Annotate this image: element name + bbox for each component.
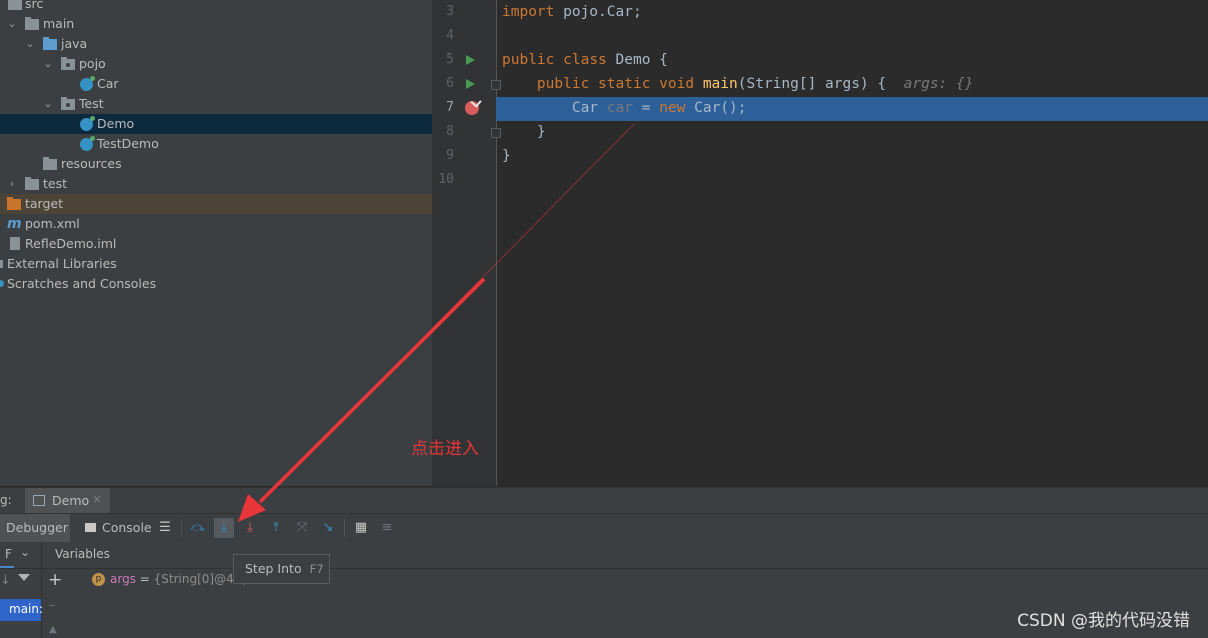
line-number: 4 (446, 28, 454, 43)
tree-item-src[interactable]: src (0, 0, 432, 14)
run-class-icon[interactable] (466, 55, 475, 65)
step-into-tooltip: Step Into F7 (233, 554, 330, 584)
maven-icon: m (7, 216, 22, 232)
line-number: 10 (438, 172, 454, 187)
line-number: 8 (446, 124, 454, 139)
line-number: 3 (446, 4, 454, 19)
arrow-down-icon[interactable]: ↓ (0, 573, 11, 588)
tab-console[interactable]: Console (78, 514, 154, 542)
run-to-cursor-icon[interactable]: ↘ (318, 518, 338, 538)
line-number: 9 (446, 148, 454, 163)
filter-icon[interactable] (18, 574, 30, 581)
remove-watch-icon[interactable]: – (49, 598, 55, 612)
step-into-icon[interactable]: ⤓ (214, 518, 234, 538)
tree-item-test[interactable]: › test (0, 174, 432, 194)
drop-frame-icon[interactable]: ⤧ (292, 518, 312, 538)
chevron-down-icon[interactable]: ⌄ (42, 54, 54, 74)
step-over-icon[interactable]: ⤼ (188, 518, 208, 538)
chevron-down-icon[interactable]: ⌄ (24, 34, 36, 54)
folder-icon (25, 177, 39, 190)
line-number: 7 (446, 100, 454, 115)
frames-header: F ⌄ (0, 542, 41, 569)
trace-stream-icon[interactable]: ≡ (377, 518, 397, 538)
tree-item-pom[interactable]: m pom.xml (0, 214, 432, 234)
project-tree-panel: src ⌄ main ⌄ java ⌄ pojo Car ⌄ Test Demo… (0, 0, 432, 486)
java-class-icon (80, 76, 95, 91)
code-line-6: public static void main(String[] args) {… (536, 76, 974, 92)
resources-folder-icon (43, 157, 57, 170)
chevron-down-icon[interactable]: ⌄ (6, 14, 18, 34)
tree-item-demo[interactable]: Demo (0, 114, 432, 134)
tree-item-pojo[interactable]: ⌄ pojo (0, 54, 432, 74)
evaluate-expression-icon[interactable]: ▦ (351, 518, 371, 538)
debug-tool-window-header: g: Demo × (0, 487, 1208, 514)
debug-title: g: (0, 493, 12, 507)
debug-toolbar: Debugger Console ☰ ⤼ ⤓ ⤓ ⤒ ⤧ ↘ ▦ ≡ (0, 513, 1208, 543)
tab-debugger[interactable]: Debugger (0, 514, 70, 542)
move-up-icon[interactable]: ▲ (49, 624, 57, 635)
excluded-folder-icon (7, 197, 21, 210)
parameter-icon: p (92, 573, 105, 586)
java-class-icon (80, 136, 95, 151)
frame-main[interactable]: main: (0, 599, 43, 621)
close-icon[interactable]: × (92, 492, 102, 506)
tree-item-main[interactable]: ⌄ main (0, 14, 432, 34)
tree-item-target[interactable]: target (0, 194, 432, 214)
code-line-7: Car car = new Car(); (571, 100, 747, 116)
watermark: CSDN @我的代码没错 (1017, 611, 1190, 631)
add-watch-icon[interactable]: + (48, 570, 62, 590)
annotation-label: 点击进入 (411, 439, 479, 459)
inline-debug-hint: args: {} (903, 76, 974, 92)
run-config-icon (33, 495, 45, 506)
scratches-icon (0, 280, 4, 287)
code-line-3: import pojo.Car; (502, 4, 642, 20)
line-number: 6 (446, 76, 454, 91)
package-icon (61, 57, 75, 70)
code-line-8: } (536, 124, 546, 140)
java-class-icon (80, 116, 95, 131)
variables-title: Variables (55, 547, 110, 561)
layout-menu-icon[interactable]: ☰ (155, 518, 175, 538)
tree-item-test-package[interactable]: ⌄ Test (0, 94, 432, 114)
tree-item-iml[interactable]: RefleDemo.iml (0, 234, 432, 254)
tree-item-java[interactable]: ⌄ java (0, 34, 432, 54)
force-step-into-icon[interactable]: ⤓ (240, 518, 260, 538)
tree-item-scratches[interactable]: Scratches and Consoles (0, 274, 432, 294)
folder-icon (25, 17, 39, 30)
tree-item-car[interactable]: Car (0, 74, 432, 94)
run-main-icon[interactable] (466, 79, 475, 89)
session-tab-demo[interactable]: Demo × (25, 488, 110, 514)
tree-item-external-libraries[interactable]: External Libraries (0, 254, 432, 274)
folder-icon (8, 0, 22, 10)
library-icon (0, 260, 3, 268)
chevron-down-icon[interactable]: ⌄ (20, 545, 30, 559)
breakpoint-icon[interactable] (465, 101, 479, 115)
module-file-icon (10, 237, 20, 250)
source-folder-icon (43, 37, 57, 50)
code-line-5: public class Demo { (502, 52, 668, 68)
code-line-9: } (502, 148, 511, 164)
step-out-icon[interactable]: ⤒ (266, 518, 286, 538)
fold-icon[interactable] (491, 80, 501, 90)
package-icon (61, 97, 75, 110)
tree-item-resources[interactable]: resources (0, 154, 432, 174)
fold-icon[interactable] (491, 128, 501, 138)
tree-item-testdemo[interactable]: TestDemo (0, 134, 432, 154)
console-icon (85, 523, 96, 532)
line-number: 5 (446, 52, 454, 67)
chevron-down-icon[interactable]: ⌄ (42, 94, 54, 114)
chevron-right-icon[interactable]: › (6, 174, 18, 194)
